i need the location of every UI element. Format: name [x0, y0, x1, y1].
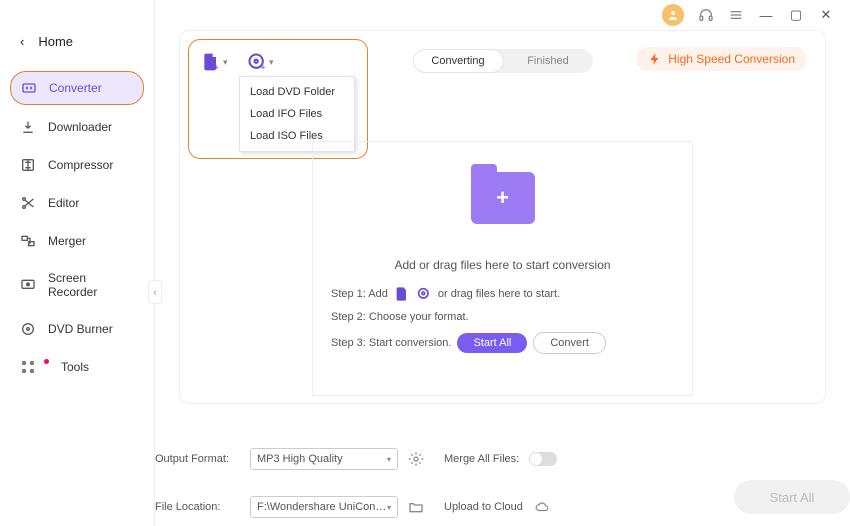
add-file-button[interactable]: + ▾ [201, 52, 228, 72]
output-format-label: Output Format: [155, 453, 240, 465]
recorder-icon [20, 277, 36, 293]
scissors-icon [20, 195, 36, 211]
merger-icon [20, 233, 36, 249]
step-3-text: Step 3: Start conversion. [331, 337, 451, 349]
file-location-select[interactable]: F:\Wondershare UniConverter 1▾ [250, 496, 398, 518]
tools-icon [20, 359, 36, 375]
converter-icon [21, 80, 37, 96]
nav-screen-recorder[interactable]: Screen Recorder [10, 263, 144, 307]
folder-icon: + [471, 172, 535, 224]
output-format-select[interactable]: MP3 High Quality ▾ [250, 448, 398, 470]
status-tabs: Converting Finished [413, 49, 593, 73]
hsc-label: High Speed Conversion [668, 52, 795, 66]
caret-down-icon: ▾ [269, 57, 274, 68]
start-all-button[interactable]: Start All [734, 480, 850, 514]
nav-editor[interactable]: Editor [10, 187, 144, 219]
lightning-icon [648, 52, 662, 66]
add-disc-button[interactable]: + ▾ [247, 52, 274, 72]
step-1: Step 1: Add or drag files here to start. [331, 286, 674, 302]
convert-pill[interactable]: Convert [533, 332, 606, 354]
nav: Converter Downloader Compressor Editor M… [0, 71, 154, 383]
start-all-pill[interactable]: Start All [457, 333, 527, 353]
step-1a: Step 1: Add [331, 288, 388, 300]
sidebar: ‹ Home Converter Downloader Compressor E… [0, 0, 155, 526]
caret-down-icon: ▾ [387, 503, 391, 512]
back-home[interactable]: ‹ Home [0, 26, 154, 57]
nav-label: Editor [48, 196, 79, 210]
nav-label: DVD Burner [48, 322, 113, 336]
output-format-value: MP3 High Quality [257, 453, 343, 465]
compressor-icon [20, 157, 36, 173]
nav-merger[interactable]: Merger [10, 225, 144, 257]
add-disc-icon[interactable] [416, 286, 432, 302]
caret-down-icon: ▾ [387, 455, 391, 464]
svg-text:+: + [260, 62, 265, 72]
download-icon [20, 119, 36, 135]
content: + ▾ + ▾ Load DVD Folder Load IFO Files L… [155, 0, 850, 526]
nav-label: Downloader [48, 120, 112, 134]
caret-down-icon: ▾ [223, 57, 228, 68]
drop-zone[interactable]: + Add or drag files here to start conver… [312, 141, 693, 396]
step-1b: or drag files here to start. [438, 288, 560, 300]
merge-label: Merge All Files: [444, 453, 519, 465]
nav-label: Screen Recorder [48, 271, 134, 299]
step-2-text: Step 2: Choose your format. [331, 311, 469, 323]
folder-art: + [453, 156, 553, 246]
nav-converter[interactable]: Converter [10, 71, 144, 105]
nav-downloader[interactable]: Downloader [10, 111, 144, 143]
menu-load-ifo-files[interactable]: Load IFO Files [240, 103, 354, 125]
nav-tools[interactable]: Tools [10, 351, 144, 383]
high-speed-badge[interactable]: High Speed Conversion [636, 47, 807, 71]
upload-label: Upload to Cloud [444, 501, 523, 513]
steps: Step 1: Add or drag files here to start.… [313, 272, 692, 354]
folder-open-icon[interactable] [408, 499, 424, 515]
step-3: Step 3: Start conversion. Start All Conv… [331, 332, 674, 354]
gear-icon[interactable] [408, 451, 424, 467]
tab-converting[interactable]: Converting [413, 49, 504, 73]
nav-label: Tools [61, 360, 89, 374]
converter-card: + ▾ + ▾ Load DVD Folder Load IFO Files L… [179, 30, 826, 404]
svg-text:+: + [214, 62, 219, 72]
footer: Output Format: MP3 High Quality ▾ Merge A… [155, 448, 850, 518]
nav-label: Merger [48, 234, 86, 248]
home-label: Home [38, 34, 73, 49]
chevron-left-icon: ‹ [20, 34, 24, 49]
nav-label: Converter [49, 81, 102, 95]
nav-dvd-burner[interactable]: DVD Burner [10, 313, 144, 345]
add-disc-icon: + [247, 52, 267, 72]
tab-finished[interactable]: Finished [504, 49, 593, 73]
drop-text: Add or drag files here to start conversi… [394, 258, 610, 272]
plus-icon: + [496, 185, 509, 211]
add-file-icon[interactable] [394, 286, 410, 302]
nav-label: Compressor [48, 158, 113, 172]
file-location-label: File Location: [155, 501, 240, 513]
step-2: Step 2: Choose your format. [331, 311, 674, 323]
file-location-value: F:\Wondershare UniConverter 1 [257, 501, 387, 513]
add-file-icon: + [201, 52, 221, 72]
notification-dot [44, 359, 49, 364]
cloud-icon[interactable] [533, 500, 551, 514]
merge-toggle[interactable] [529, 452, 557, 466]
menu-load-dvd-folder[interactable]: Load DVD Folder [240, 81, 354, 103]
disc-icon [20, 321, 36, 337]
nav-compressor[interactable]: Compressor [10, 149, 144, 181]
